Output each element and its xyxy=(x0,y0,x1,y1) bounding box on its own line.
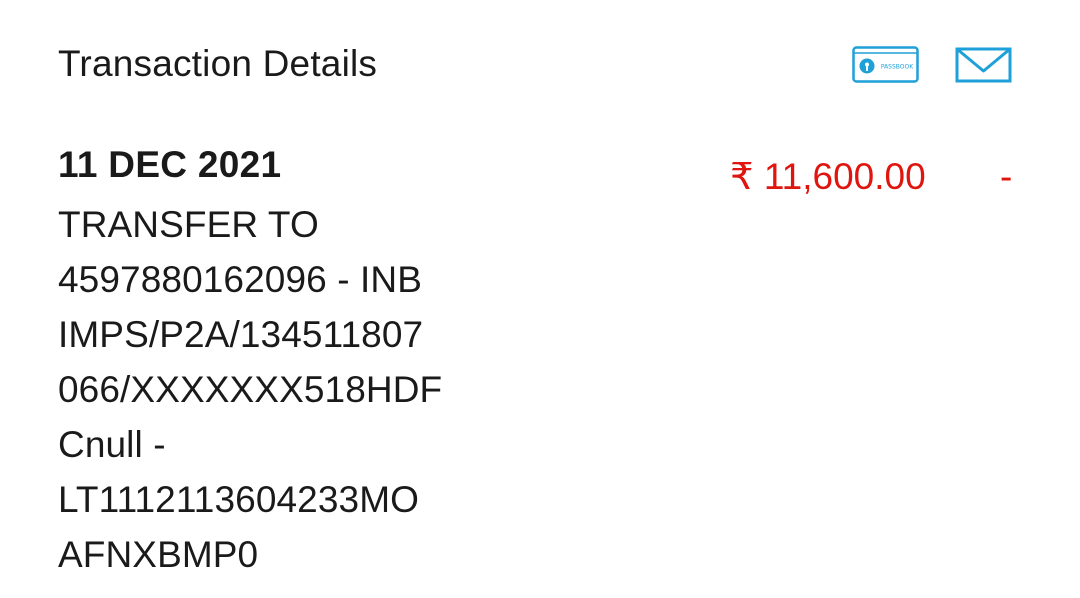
page-title: Transaction Details xyxy=(58,43,378,84)
passbook-icon-label: PASSBOOK xyxy=(881,64,914,71)
description-line: AFNXBMP0 xyxy=(58,534,259,575)
mail-button[interactable] xyxy=(955,47,1012,83)
mail-icon xyxy=(955,47,1012,83)
passbook-icon: PASSBOOK xyxy=(852,46,919,83)
transaction-amount: ₹ 11,600.00 xyxy=(730,156,926,197)
description-line: TRANSFER TO xyxy=(58,204,319,245)
balance-marker: - xyxy=(1000,156,1013,197)
description-line: 066/XXXXXXX518HDF xyxy=(58,369,443,410)
description-line: Cnull - xyxy=(58,424,166,465)
transaction-description: TRANSFER TO 4597880162096 - INB IMPS/P2A… xyxy=(58,197,478,582)
passbook-button[interactable]: PASSBOOK xyxy=(852,46,919,83)
description-line: 4597880162096 - INB xyxy=(58,259,422,300)
description-line: LT1112113604233MO xyxy=(58,479,420,520)
description-line: IMPS/P2A/134511807 xyxy=(58,314,424,355)
transaction-date: 11 DEC 2021 xyxy=(58,144,282,185)
